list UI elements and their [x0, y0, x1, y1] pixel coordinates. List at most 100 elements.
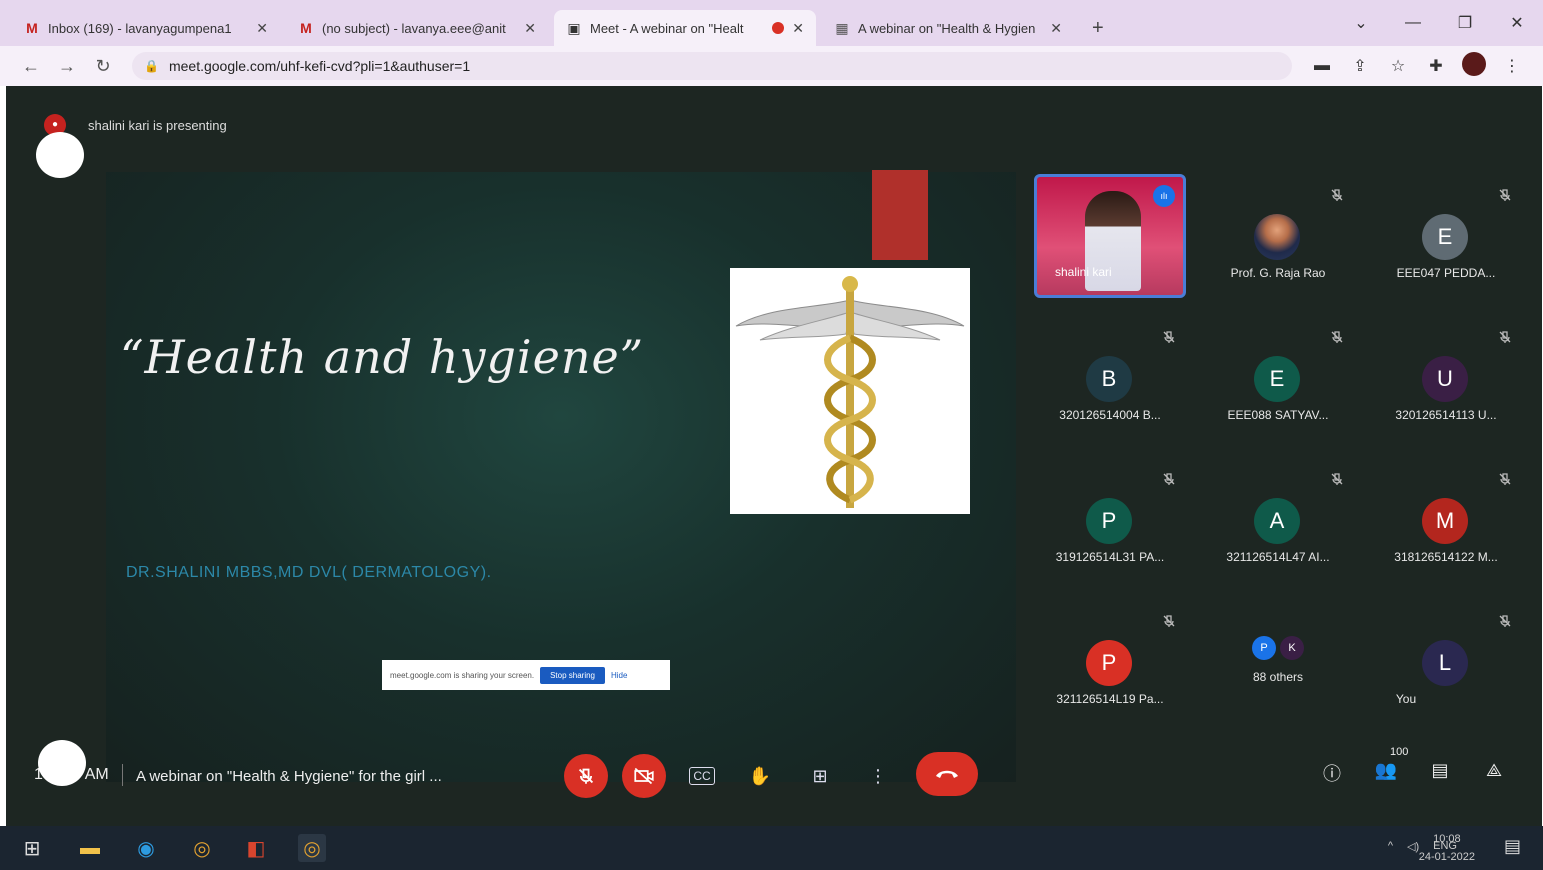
participant-tile[interactable]: P 321126514L19 Pa... [1030, 600, 1190, 726]
participant-name: 320126514113 U... [1395, 408, 1497, 422]
tab-gmail-no-subject[interactable]: M (no subject) - lavanya.eee@anit ✕ [286, 10, 548, 46]
window-controls: ⌄ — ❐ ✕ [1335, 0, 1543, 46]
profile-avatar[interactable] [1455, 51, 1493, 81]
participant-count: 100 [1390, 746, 1409, 758]
mic-off-icon [1331, 189, 1343, 201]
presenting-label: shalini kari is presenting [88, 118, 227, 133]
share-icon[interactable]: ⇪ [1341, 56, 1379, 76]
leave-call-button[interactable] [916, 752, 978, 796]
forward-button[interactable]: → [50, 56, 84, 77]
participant-name: 321126514L47 AI... [1226, 550, 1330, 564]
participant-avatar: U [1422, 356, 1468, 402]
tab-search-icon[interactable]: ⌄ [1335, 13, 1387, 33]
participant-name: 320126514004 B... [1059, 408, 1161, 422]
participant-tile[interactable]: E EEE047 PEDDA... [1366, 174, 1526, 300]
more-options-button[interactable]: ⋮ [856, 754, 900, 798]
tray-chevron-icon[interactable]: ^ [1388, 840, 1393, 853]
tab-title: A webinar on "Health & Hygien [858, 20, 1036, 36]
participant-tile[interactable]: A 321126514L47 AI... [1198, 458, 1358, 584]
participant-avatar: P [1086, 498, 1132, 544]
participant-tile-others[interactable]: P K 88 others [1198, 600, 1358, 726]
taskbar: ⊞ ▬ ◉ ◎ ◧ ◎ ^ ◁) ENG 10:08 24-01-2022 ▤ [0, 826, 1543, 870]
folder-icon: ▬ [80, 836, 100, 859]
meeting-details-button[interactable]: ⓘ [1316, 760, 1348, 786]
mic-off-icon [578, 768, 594, 784]
chrome-active-button[interactable]: ◎ [298, 834, 326, 862]
new-tab-button[interactable]: + [1080, 10, 1116, 46]
recording-icon [772, 22, 785, 34]
chrome-icon: ◎ [303, 837, 321, 860]
tab-title: (no subject) - lavanya.eee@anit [322, 20, 506, 36]
participant-name: shalini kari [1055, 265, 1112, 279]
participant-name: 88 others [1252, 670, 1304, 684]
participant-tile-speaker[interactable]: ılı shalini kari [1034, 174, 1186, 298]
tab-meet[interactable]: ▣ Meet - A webinar on "Healt ✕ [554, 10, 816, 46]
meet-icon: ▣ [567, 19, 581, 36]
more-icon: ⋮ [869, 765, 887, 786]
chat-button[interactable]: ▤ [1424, 760, 1456, 781]
chrome-icon: ◎ [193, 837, 211, 860]
close-icon[interactable]: ✕ [256, 20, 268, 37]
tab-gmail-inbox[interactable]: M Inbox (169) - lavanyagumpena1 ✕ [12, 10, 280, 46]
bookmark-star-icon[interactable]: ☆ [1379, 56, 1417, 76]
url-field[interactable]: 🔒 meet.google.com/uhf-kefi-cvd?pli=1&aut… [132, 52, 1292, 80]
captions-icon: CC [689, 767, 715, 785]
gmail-icon: M [26, 20, 38, 36]
menu-icon[interactable]: ⋮ [1493, 56, 1531, 76]
present-icon: ⊞ [812, 765, 828, 786]
participant-name: You [1395, 692, 1417, 706]
captions-button[interactable]: CC [680, 754, 724, 798]
mic-off-icon [1163, 331, 1175, 343]
close-icon[interactable]: ✕ [792, 20, 804, 37]
app-button[interactable]: ◧ [242, 834, 270, 862]
close-window-button[interactable]: ✕ [1491, 13, 1543, 33]
start-button[interactable]: ⊞ [18, 834, 46, 862]
raise-hand-button[interactable]: ✋ [738, 754, 782, 798]
participant-avatar: P [1086, 640, 1132, 686]
meeting-title: A webinar on "Health & Hygiene" for the … [136, 768, 442, 785]
participant-tile[interactable]: Prof. G. Raja Rao [1198, 174, 1358, 300]
calendar-icon: ▦ [835, 19, 849, 36]
participant-tile[interactable]: P 319126514L31 PA... [1030, 458, 1190, 584]
people-icon: 👥 [1374, 760, 1398, 780]
extensions-icon[interactable]: ✚ [1417, 56, 1455, 76]
participant-tile[interactable]: E EEE088 SATYAV... [1198, 316, 1358, 442]
people-button[interactable]: 👥 [1370, 760, 1402, 781]
edge-button[interactable]: ◉ [132, 834, 160, 862]
stop-sharing-button[interactable]: Stop sharing [540, 666, 605, 684]
participant-name: Prof. G. Raja Rao [1230, 266, 1326, 280]
chrome-button[interactable]: ◎ [188, 834, 216, 862]
edge-icon: ◉ [137, 837, 155, 860]
system-clock[interactable]: 10:08 24-01-2022 [1419, 830, 1475, 866]
close-icon[interactable]: ✕ [1050, 20, 1062, 37]
participant-name: EEE088 SATYAV... [1227, 408, 1329, 422]
minimize-button[interactable]: — [1387, 14, 1439, 32]
restore-button[interactable]: ❐ [1439, 13, 1491, 33]
camera-toggle-button[interactable] [622, 754, 666, 798]
participant-tile-self[interactable]: L You [1366, 600, 1526, 726]
hide-button[interactable]: Hide [611, 671, 627, 680]
present-button[interactable]: ⊞ [798, 754, 842, 798]
participant-tile[interactable]: M 318126514122 M... [1366, 458, 1526, 584]
mic-off-icon [1499, 189, 1511, 201]
participant-name: 318126514122 M... [1394, 550, 1498, 564]
mic-toggle-button[interactable] [564, 754, 608, 798]
mic-off-icon [1331, 331, 1343, 343]
back-button[interactable]: ← [14, 56, 48, 77]
lock-icon[interactable]: 🔒 [144, 59, 159, 73]
participant-tile[interactable]: B 320126514004 B... [1030, 316, 1190, 442]
participant-name: 321126514L19 Pa... [1056, 692, 1164, 706]
close-icon[interactable]: ✕ [524, 20, 536, 37]
file-explorer-button[interactable]: ▬ [76, 834, 104, 862]
mic-off-icon [1331, 473, 1343, 485]
notification-icon[interactable]: ▤ [1504, 836, 1521, 857]
participant-tile[interactable]: U 320126514113 U... [1366, 316, 1526, 442]
cast-icon[interactable]: ▬ [1303, 57, 1341, 75]
reload-button[interactable]: ↻ [86, 56, 120, 77]
participant-avatar: A [1254, 498, 1300, 544]
volume-icon[interactable]: ◁) [1407, 840, 1419, 853]
activities-button[interactable]: ⟁ [1478, 760, 1510, 781]
hand-icon: ✋ [748, 765, 772, 786]
system-date: 24-01-2022 [1418, 851, 1475, 863]
tab-calendar[interactable]: ▦ A webinar on "Health & Hygien ✕ [822, 10, 1074, 46]
